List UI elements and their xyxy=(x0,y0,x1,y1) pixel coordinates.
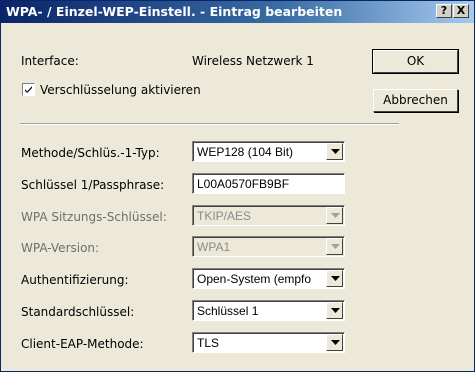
authentication-value: Open-System (empfo xyxy=(197,272,312,286)
chevron-down-icon xyxy=(326,207,343,224)
client-eap-label: Client-EAP-Methode: xyxy=(21,337,144,351)
chevron-down-icon[interactable] xyxy=(326,334,343,351)
ok-button[interactable]: OK xyxy=(372,49,459,74)
dialog-window: WPA- / Einzel-WEP-Einstell. - Eintrag be… xyxy=(0,0,475,372)
authentication-dropdown[interactable]: Open-System (empfo xyxy=(192,268,345,289)
wpa-session-key-dropdown: TKIP/AES xyxy=(192,205,345,226)
wpa-session-key-value: TKIP/AES xyxy=(197,209,252,223)
default-key-label: Standardschlüssel: xyxy=(21,305,135,319)
encryption-checkbox[interactable] xyxy=(22,83,35,96)
chevron-down-icon[interactable] xyxy=(326,143,343,160)
interface-value: Wireless Netzwerk 1 xyxy=(192,54,314,68)
title-bar[interactable]: WPA- / Einzel-WEP-Einstell. - Eintrag be… xyxy=(1,1,474,23)
key-label: Schlüssel 1/Passphrase: xyxy=(21,178,165,192)
wpa-session-key-label: WPA Sitzungs-Schlüssel: xyxy=(21,210,167,224)
client-eap-value: TLS xyxy=(197,336,220,350)
chevron-down-icon xyxy=(326,238,343,255)
key-value: L00A0570FB9BF xyxy=(197,177,290,191)
encryption-label[interactable]: Verschlüsselung aktivieren xyxy=(40,83,201,97)
wpa-version-value: WPA1 xyxy=(197,240,231,254)
section-divider xyxy=(20,123,399,125)
help-button[interactable]: ? xyxy=(436,4,452,18)
checkmark-icon xyxy=(25,86,32,93)
default-key-value: Schlüssel 1 xyxy=(197,304,259,318)
client-eap-dropdown[interactable]: TLS xyxy=(192,332,345,353)
window-title: WPA- / Einzel-WEP-Einstell. - Eintrag be… xyxy=(6,4,343,19)
key-input[interactable]: L00A0570FB9BF xyxy=(192,173,345,194)
wpa-version-label: WPA-Version: xyxy=(21,241,100,255)
method-dropdown[interactable]: WEP128 (104 Bit) xyxy=(192,141,345,162)
cancel-button[interactable]: Abbrechen xyxy=(373,89,458,112)
authentication-label: Authentifizierung: xyxy=(21,273,129,287)
chevron-down-icon[interactable] xyxy=(326,270,343,287)
interface-label: Interface: xyxy=(21,54,79,68)
wpa-version-dropdown: WPA1 xyxy=(192,236,345,257)
method-label: Methode/Schlüs.-1-Typ: xyxy=(21,146,160,160)
default-key-dropdown[interactable]: Schlüssel 1 xyxy=(192,300,345,321)
method-value: WEP128 (104 Bit) xyxy=(197,145,294,159)
chevron-down-icon[interactable] xyxy=(326,302,343,319)
close-button[interactable]: X xyxy=(453,4,469,18)
